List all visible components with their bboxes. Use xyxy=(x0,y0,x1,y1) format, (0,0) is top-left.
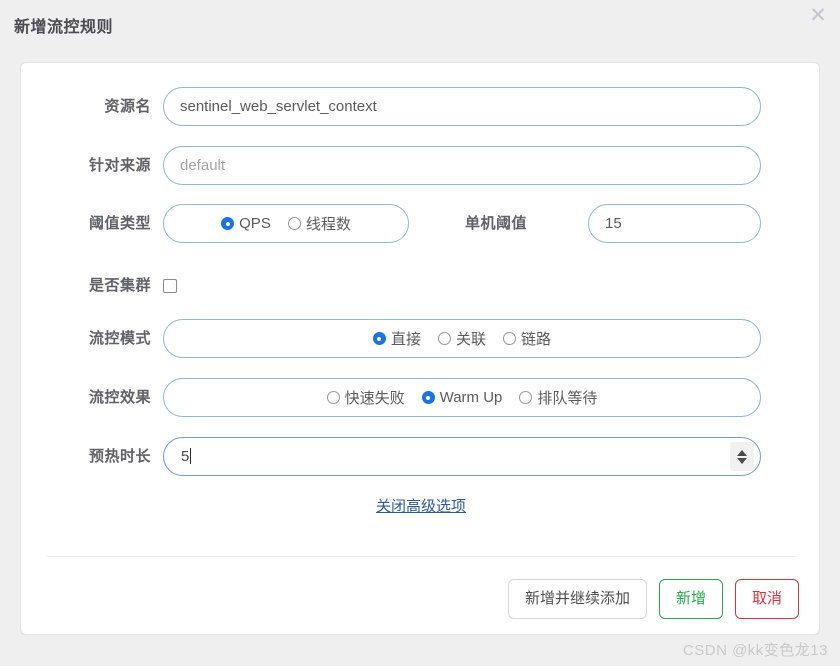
radio-threshold-type-threads[interactable]: 线程数 xyxy=(287,213,351,234)
threshold-type-radio-group: QPS 线程数 xyxy=(163,204,409,243)
label-threshold-type: 阈值类型 xyxy=(88,215,151,232)
radio-threshold-type-qps[interactable]: QPS xyxy=(221,215,271,232)
stepper-buttons[interactable] xyxy=(730,442,754,471)
footer-divider xyxy=(47,556,795,557)
form-row-resource-name: 资源名 sentinel_web_servlet_context xyxy=(21,87,821,127)
form-row-threshold-type: 阈值类型 QPS 线程数 单机阈值 15 xyxy=(21,204,821,244)
form-row-flow-effect: 流控效果 快速失败 Warm Up 排队等待 xyxy=(21,378,821,418)
add-button[interactable]: 新增 xyxy=(658,579,723,619)
chevron-up-icon[interactable] xyxy=(737,449,747,456)
radio-flow-mode-chain[interactable]: 链路 xyxy=(503,328,551,349)
advanced-options-toggle-wrap: 关闭高级选项 xyxy=(21,495,821,516)
warmup-duration-value: 5 xyxy=(181,448,190,465)
form-row-limit-origin: 针对来源 default xyxy=(21,146,821,186)
close-icon[interactable]: ✕ xyxy=(805,2,831,28)
flow-mode-radio-group: 直接 关联 链路 xyxy=(163,319,761,358)
label-limit-origin: 针对来源 xyxy=(88,157,151,174)
radio-selected-icon xyxy=(421,391,435,404)
form-row-flow-mode: 流控模式 直接 关联 链路 xyxy=(21,319,821,359)
radio-label: 直接 xyxy=(390,331,421,348)
cluster-mode-checkbox[interactable] xyxy=(163,279,177,293)
page-title: 新增流控规则 xyxy=(14,19,114,36)
radio-unselected-icon xyxy=(326,391,340,404)
radio-unselected-icon xyxy=(437,332,451,345)
radio-label: 线程数 xyxy=(305,216,351,233)
single-threshold-input[interactable]: 15 xyxy=(588,204,761,243)
radio-flow-mode-associated[interactable]: 关联 xyxy=(437,328,486,349)
radio-label: Warm Up xyxy=(439,389,503,406)
resource-name-input[interactable]: sentinel_web_servlet_context xyxy=(163,87,761,126)
radio-label: QPS xyxy=(239,215,271,232)
close-advanced-options-link[interactable]: 关闭高级选项 xyxy=(376,498,466,515)
radio-unselected-icon xyxy=(287,217,301,230)
radio-flow-effect-warm-up[interactable]: Warm Up xyxy=(421,389,503,406)
radio-unselected-icon xyxy=(519,391,533,404)
limit-origin-input[interactable]: default xyxy=(163,146,761,185)
add-and-continue-button[interactable]: 新增并继续添加 xyxy=(507,579,647,619)
radio-label: 排队等待 xyxy=(537,390,598,407)
radio-label: 链路 xyxy=(521,331,552,348)
cancel-button[interactable]: 取消 xyxy=(734,579,799,619)
watermark: CSDN @kk变色龙13 xyxy=(682,642,828,659)
radio-selected-icon xyxy=(372,332,386,345)
radio-unselected-icon xyxy=(503,332,516,345)
flow-effect-radio-group: 快速失败 Warm Up 排队等待 xyxy=(163,378,761,417)
label-flow-mode: 流控模式 xyxy=(88,330,151,347)
form-row-cluster-mode: 是否集群 xyxy=(21,266,821,306)
dialog-footer: 新增并继续添加 新增 取消 xyxy=(507,579,799,619)
dialog-body-panel: 资源名 sentinel_web_servlet_context 针对来源 de… xyxy=(20,62,820,635)
form-row-warmup-duration: 预热时长 5 xyxy=(21,437,821,477)
warmup-duration-stepper[interactable]: 5 xyxy=(163,437,761,476)
chevron-down-icon[interactable] xyxy=(737,457,747,464)
radio-label: 关联 xyxy=(455,331,486,348)
label-resource-name: 资源名 xyxy=(104,98,151,115)
text-caret xyxy=(190,448,192,464)
warmup-duration-value-wrap: 5 xyxy=(181,438,192,475)
dialog-header: 新增流控规则 ✕ xyxy=(0,0,840,52)
label-single-threshold: 单机阈值 xyxy=(464,215,527,232)
add-flow-rule-dialog: 新增流控规则 ✕ 资源名 sentinel_web_servlet_contex… xyxy=(0,0,840,648)
radio-flow-effect-queue-wait[interactable]: 排队等待 xyxy=(519,387,597,408)
label-flow-effect: 流控效果 xyxy=(88,389,151,406)
radio-label: 快速失败 xyxy=(344,390,405,407)
label-warmup-duration: 预热时长 xyxy=(88,448,151,465)
radio-selected-icon xyxy=(221,217,235,230)
radio-flow-mode-direct[interactable]: 直接 xyxy=(372,328,421,349)
label-cluster-mode: 是否集群 xyxy=(88,277,151,294)
radio-flow-effect-fast-fail[interactable]: 快速失败 xyxy=(326,387,405,408)
